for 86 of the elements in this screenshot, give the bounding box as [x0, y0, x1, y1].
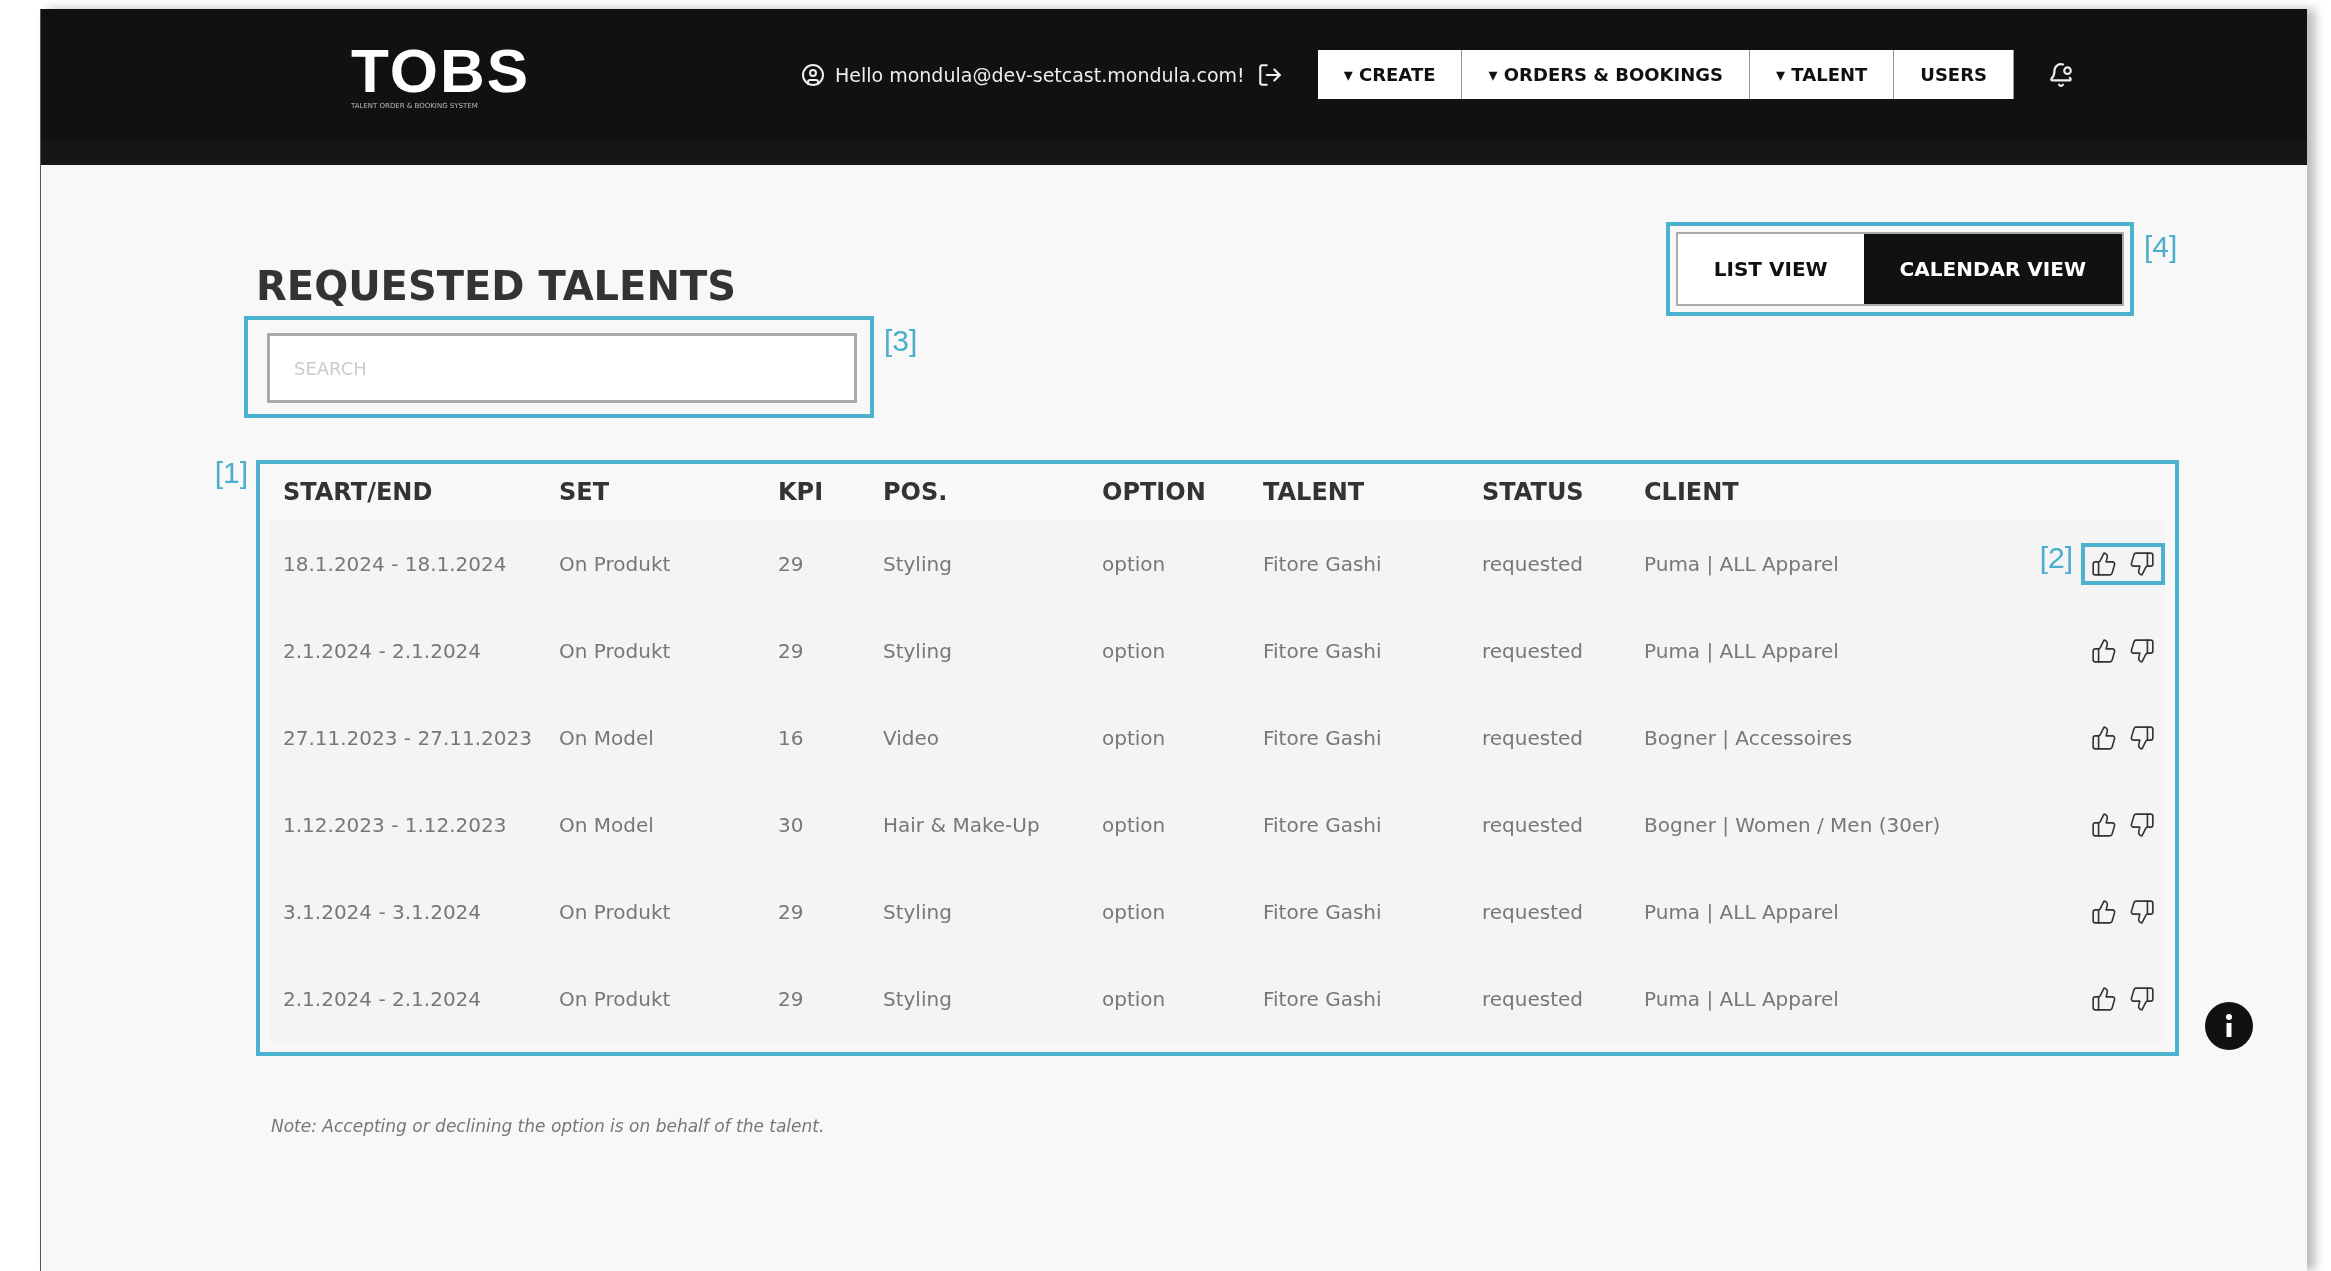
annotation-label: [2] — [2039, 541, 2073, 575]
table-cell-text: 16 — [778, 726, 805, 750]
thumbs-down-icon[interactable] — [2129, 899, 2155, 925]
column-header: CLIENT — [1644, 478, 1740, 506]
thumbs-up-icon[interactable] — [2091, 812, 2117, 838]
thumbs-up-icon[interactable] — [2091, 986, 2117, 1012]
table-cell-text: requested — [1482, 900, 1585, 924]
thumbs-down-icon[interactable] — [2129, 638, 2155, 664]
column-header: OPTION — [1102, 478, 1207, 506]
table-cell-text: On Model — [559, 813, 655, 837]
table-cell-text: Fitore Gashi — [1263, 726, 1383, 750]
table-cell-text: requested — [1482, 813, 1585, 837]
table-cell-text: Puma | ALL Apparel — [1644, 552, 1840, 576]
column-header: TALENT — [1263, 478, 1366, 506]
column-header: STATUS — [1482, 478, 1585, 506]
table-cell-text: Puma | ALL Apparel — [1644, 987, 1840, 1011]
note-text: Note: Accepting or declining the option is on behalf of the talent. — [271, 1116, 826, 1136]
table-cell-text: Fitore Gashi — [1263, 813, 1383, 837]
table-cell-text: requested — [1482, 552, 1585, 576]
table-cell-text: 27.11.2023 - 27.11.2023 — [283, 726, 533, 750]
thumbs-down-icon[interactable] — [2129, 725, 2155, 751]
info-icon[interactable] — [2205, 1002, 2253, 1050]
table-cell-text: Styling — [883, 552, 953, 576]
annotation-label: [4] — [2144, 230, 2178, 264]
logout-icon[interactable] — [1256, 61, 1283, 88]
table-cell-text: option — [1102, 900, 1167, 924]
table-cell-text: option — [1102, 552, 1167, 576]
column-header: START/END — [283, 478, 434, 506]
table-cell-text: 30 — [778, 813, 805, 837]
table-cell-text: requested — [1482, 726, 1585, 750]
nav-button[interactable]: USERS — [1894, 50, 2014, 99]
table-cell-text: option — [1102, 813, 1167, 837]
table-cell-text: 1.12.2023 - 1.12.2023 — [283, 813, 508, 837]
table-cell-text: Video — [883, 726, 941, 750]
table-cell-text: 29 — [778, 900, 805, 924]
page-title: REQUESTED TALENTS — [256, 262, 736, 310]
table-cell-text: On Produkt — [559, 639, 672, 663]
column-header: SET — [559, 478, 611, 506]
annotation-label: [3] — [884, 324, 918, 358]
table-cell-text: Fitore Gashi — [1263, 987, 1383, 1011]
table-cell-text: On Produkt — [559, 900, 672, 924]
column-header: POS. — [883, 478, 949, 506]
nav-button[interactable]: ▾ TALENT — [1750, 50, 1895, 99]
table-cell-text: Styling — [883, 900, 953, 924]
nav-button[interactable]: ▾ CREATE — [1317, 50, 1463, 99]
greeting-text: Hello mondula@dev-setcast.mondula.com! — [835, 63, 1245, 86]
table-cell-text: option — [1102, 639, 1167, 663]
table-cell-text: 29 — [778, 639, 805, 663]
table-cell-text: On Model — [559, 726, 655, 750]
user-icon — [801, 62, 825, 87]
thumbs-up-icon[interactable] — [2091, 899, 2117, 925]
table-cell-text: requested — [1482, 639, 1585, 663]
thumbs-up-icon[interactable] — [2091, 638, 2117, 664]
thumbs-up-icon[interactable] — [2091, 725, 2117, 751]
table-cell-text: On Produkt — [559, 987, 672, 1011]
table-cell-text: Fitore Gashi — [1263, 552, 1383, 576]
thumbs-down-icon[interactable] — [2129, 986, 2155, 1012]
table-cell-text: 18.1.2024 - 18.1.2024 — [283, 552, 508, 576]
table-cell-text: Hair & Make-Up — [883, 813, 1041, 837]
table-cell-text: Fitore Gashi — [1263, 900, 1383, 924]
table-cell-text: 29 — [778, 987, 805, 1011]
table-cell-text: 2.1.2024 - 2.1.2024 — [283, 987, 483, 1011]
table-cell-text: Bogner | Accessoires — [1644, 726, 1854, 750]
thumbs-down-icon[interactable] — [2129, 551, 2155, 577]
annotation-label: [1] — [214, 456, 248, 490]
table-cell-text: 3.1.2024 - 3.1.2024 — [283, 900, 483, 924]
logo[interactable]: TOBS — [351, 39, 531, 102]
table-cell-text: option — [1102, 987, 1167, 1011]
table-cell-text: Styling — [883, 987, 953, 1011]
table-cell-text: Fitore Gashi — [1263, 639, 1383, 663]
table-cell-text: Puma | ALL Apparel — [1644, 900, 1840, 924]
table-cell-text: Styling — [883, 639, 953, 663]
table-cell-text: Bogner | Women / Men (30er) — [1644, 813, 1942, 837]
table-cell-text: requested — [1482, 987, 1585, 1011]
nav-button[interactable]: ▾ ORDERS & BOOKINGS — [1462, 50, 1751, 99]
notification-bell-icon[interactable] — [2047, 61, 2074, 88]
column-header: KPI — [778, 478, 825, 506]
thumbs-down-icon[interactable] — [2129, 812, 2155, 838]
table-cell-text: On Produkt — [559, 552, 672, 576]
thumbs-up-icon[interactable] — [2091, 551, 2117, 577]
table-cell-text: 2.1.2024 - 2.1.2024 — [283, 639, 483, 663]
view-tab[interactable]: CALENDAR VIEW — [1863, 234, 2122, 304]
table-cell-text: Puma | ALL Apparel — [1644, 639, 1840, 663]
table-cell-text: option — [1102, 726, 1167, 750]
view-tab[interactable]: LIST VIEW — [1677, 234, 1864, 304]
table-cell-text: 29 — [778, 552, 805, 576]
